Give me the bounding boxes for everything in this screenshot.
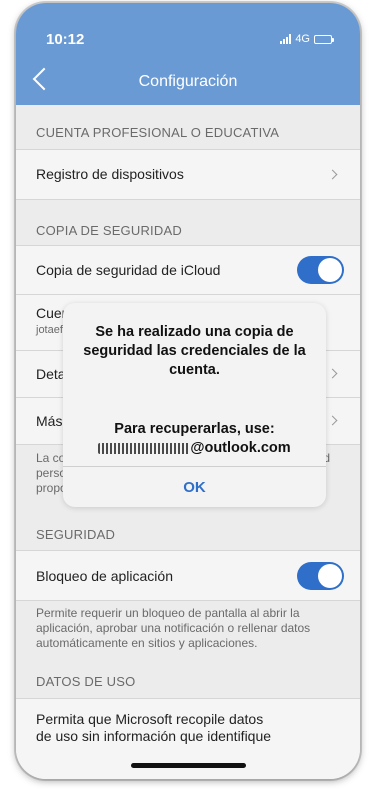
signal-icon — [280, 34, 292, 44]
status-indicators: 4G — [280, 33, 334, 45]
app-lock-toggle[interactable] — [297, 562, 344, 590]
app-lock-label: Bloqueo de aplicación — [36, 568, 173, 584]
icloud-backup-toggle[interactable] — [297, 256, 344, 284]
section-header-backup: COPIA DE SEGURIDAD — [36, 223, 182, 238]
app-lock-row: Bloqueo de aplicación — [16, 551, 360, 600]
section-header-work-account: CUENTA PROFESIONAL O EDUCATIVA — [36, 125, 280, 140]
icloud-backup-label: Copia de seguridad de iCloud — [36, 262, 221, 278]
backup-account-email: jotaef — [36, 324, 63, 336]
home-indicator[interactable] — [131, 763, 246, 768]
settings-screen: 10:12 4G Configuración CUENTA PROFESIONA… — [16, 3, 360, 779]
alert-message-line: Para recuperarlas, use: — [114, 421, 275, 437]
chevron-right-icon — [327, 415, 338, 426]
section-header-security: SEGURIDAD — [36, 527, 116, 542]
usage-data-text: Permita que Microsoft recopile datos de … — [36, 711, 272, 744]
alert-title: Se ha realizado una copia de seguridad l… — [83, 324, 306, 378]
status-time: 10:12 — [46, 31, 85, 48]
section-header-usage: DATOS DE USO — [36, 674, 136, 689]
page-title: Configuración — [138, 73, 238, 90]
divider — [16, 600, 360, 601]
alert-message: Para recuperarlas, use: @outlook.com — [73, 420, 316, 458]
alert-email: @outlook.com — [73, 439, 316, 458]
navigation-bar: Configuración — [16, 59, 360, 105]
chevron-right-icon — [327, 368, 338, 379]
divider — [16, 199, 360, 200]
network-label: 4G — [295, 33, 310, 45]
device-registration-row[interactable]: Registro de dispositivos — [16, 150, 360, 199]
chevron-right-icon — [327, 169, 338, 180]
icloud-backup-row: Copia de seguridad de iCloud — [16, 246, 360, 294]
ok-button[interactable]: OK — [63, 467, 326, 507]
redacted-email-user — [98, 442, 191, 454]
device-registration-label: Registro de dispositivos — [36, 166, 184, 182]
battery-icon — [314, 34, 334, 44]
phone-frame: 10:12 4G Configuración CUENTA PROFESIONA… — [16, 3, 360, 779]
status-bar: 10:12 4G — [16, 3, 360, 59]
security-footer-text: Permite requerir un bloqueo de pantalla … — [36, 606, 311, 650]
backup-alert-dialog: Se ha realizado una copia de seguridad l… — [63, 303, 326, 507]
